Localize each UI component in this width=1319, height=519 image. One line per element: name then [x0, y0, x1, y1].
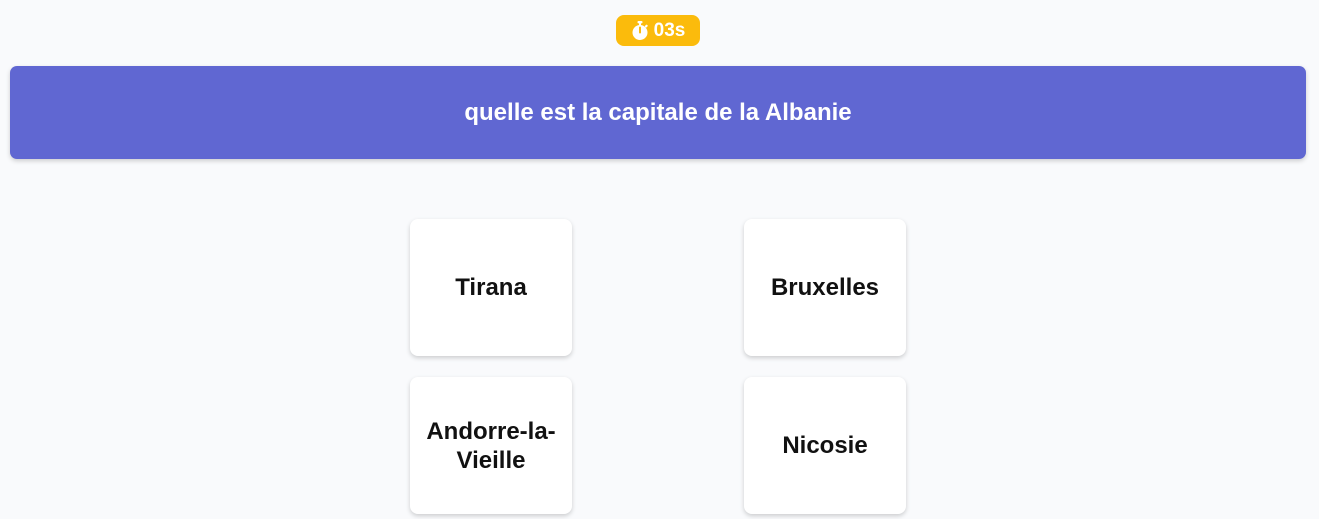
answer-label: Nicosie: [782, 432, 868, 459]
timer-text: 03s: [653, 19, 686, 41]
timer-badge: 03s: [616, 15, 700, 46]
question-text: quelle est la capitale de la Albanie: [464, 98, 852, 126]
stopwatch-icon: [632, 20, 648, 40]
answer-label: Tirana: [455, 274, 527, 301]
answer-option-3[interactable]: Andorre-la-Vieille: [410, 377, 572, 514]
answer-label: Andorre-la-Vieille: [426, 417, 556, 474]
answer-label: Bruxelles: [770, 274, 880, 301]
answer-option-2[interactable]: Bruxelles: [744, 219, 906, 356]
question-banner: quelle est la capitale de la Albanie: [10, 66, 1306, 159]
answer-option-4[interactable]: Nicosie: [744, 377, 906, 514]
answer-option-1[interactable]: Tirana: [410, 219, 572, 356]
